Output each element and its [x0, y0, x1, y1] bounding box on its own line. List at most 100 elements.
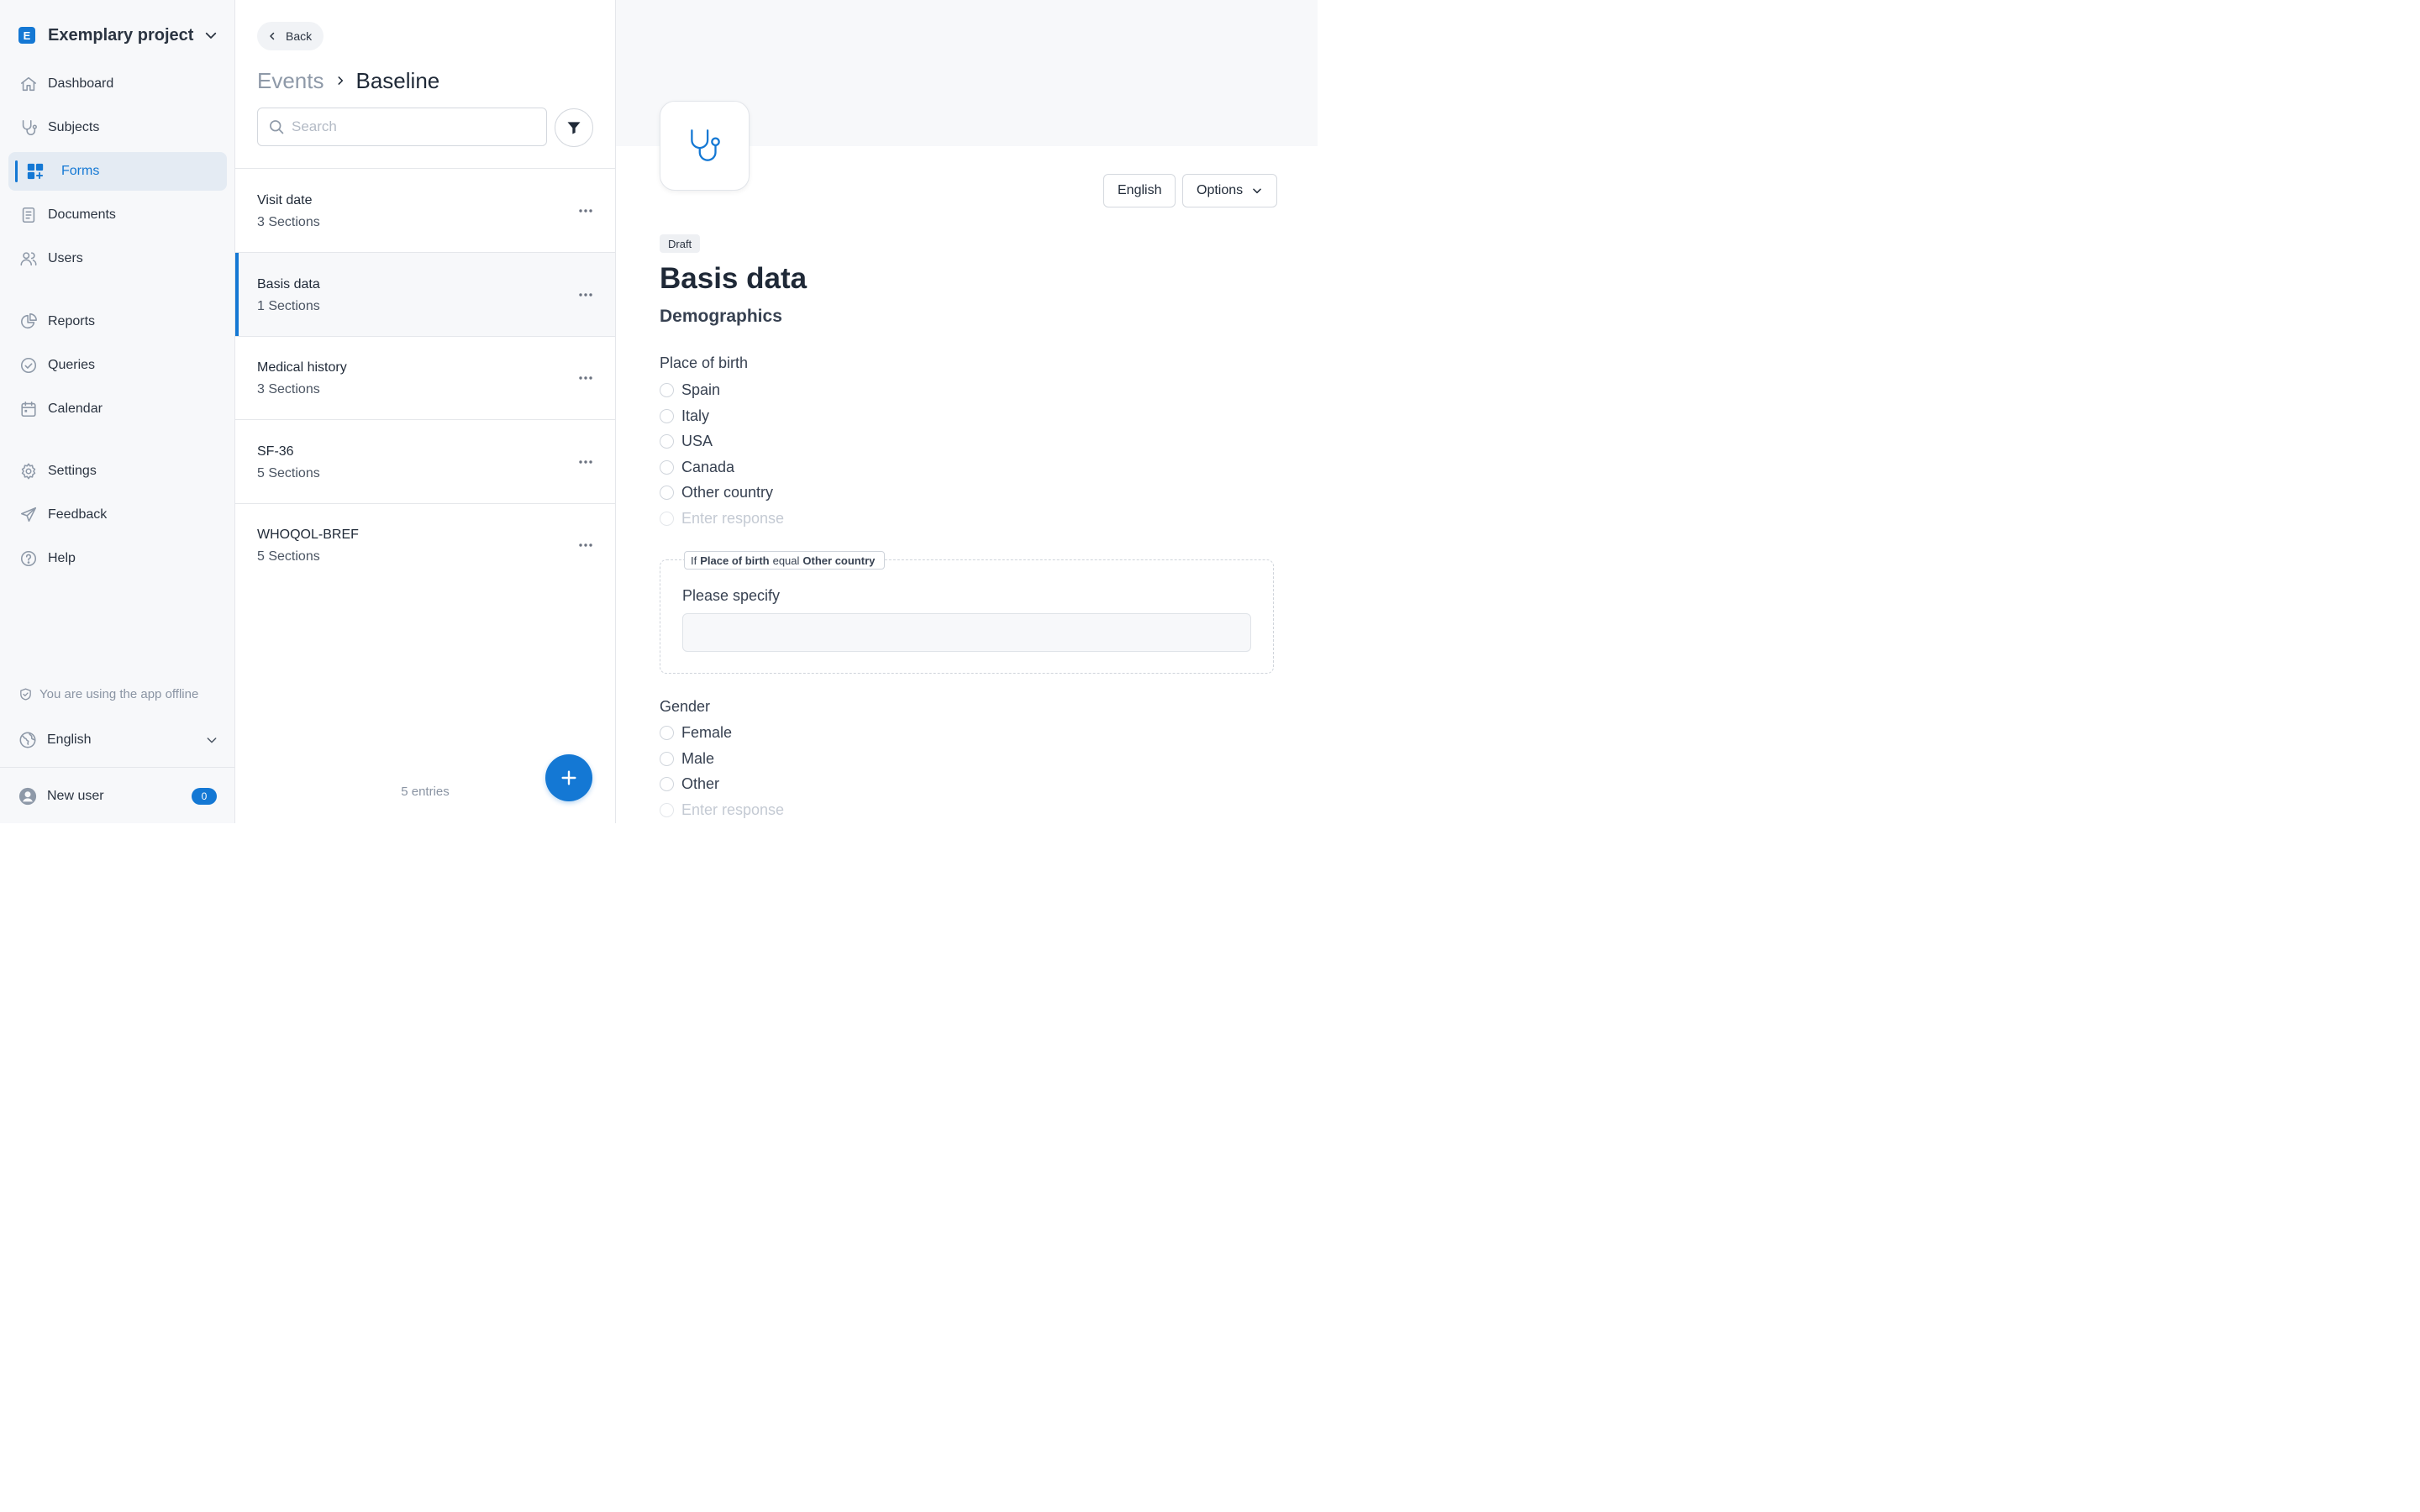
form-row-medical-history[interactable]: Medical history 3 Sections [235, 336, 615, 420]
radio-button[interactable] [660, 382, 674, 397]
form-icon-tile [660, 101, 750, 191]
back-button[interactable]: Back [257, 22, 324, 50]
form-row-visit-date[interactable]: Visit date 3 Sections [235, 169, 615, 253]
radio-option-canada[interactable]: Canada [660, 457, 734, 477]
calendar-icon [18, 399, 39, 419]
nav-feedback[interactable]: Feedback [8, 496, 227, 534]
project-switcher[interactable]: E Exemplary project [18, 24, 218, 47]
nav-queries[interactable]: Queries [8, 346, 227, 385]
options-label: Options [1197, 183, 1244, 197]
option-label: USA [681, 432, 713, 449]
option-label: Italy [681, 407, 710, 424]
more-horizontal-icon[interactable] [576, 368, 596, 388]
radio-option-enter-response[interactable]: Enter response [660, 800, 784, 820]
section-title: Demographics [660, 307, 782, 326]
chevron-down-icon [203, 28, 218, 43]
nav-users[interactable]: Users [8, 239, 227, 278]
forms-list-panel: Back Events Baseline Visit date 3 Sectio… [235, 0, 616, 823]
form-row-basis-data[interactable]: Basis data 1 Sections [235, 253, 615, 337]
filter-icon [566, 119, 582, 136]
more-horizontal-icon[interactable] [576, 201, 596, 221]
radio-button[interactable] [660, 485, 674, 500]
radio-option-other[interactable]: Other [660, 774, 719, 794]
avatar-icon [18, 787, 37, 806]
nav-settings[interactable]: Settings [8, 452, 227, 491]
radio-button[interactable] [660, 751, 674, 766]
more-horizontal-icon[interactable] [576, 452, 596, 472]
nav-label: Queries [48, 358, 96, 372]
radio-option-other-country[interactable]: Other country [660, 482, 773, 502]
radio-option-male[interactable]: Male [660, 748, 714, 769]
breadcrumb-events[interactable]: Events [257, 68, 324, 94]
options-button[interactable]: Options [1182, 174, 1278, 207]
nav-calendar[interactable]: Calendar [8, 390, 227, 428]
condition-value: Other country [802, 554, 876, 567]
radio-option-female[interactable]: Female [660, 722, 732, 743]
status-badge: Draft [660, 234, 701, 253]
radio-button[interactable] [660, 408, 674, 423]
form-sections: 3 Sections [257, 215, 320, 229]
nav-subjects[interactable]: Subjects [8, 108, 227, 147]
stethoscope-icon [18, 118, 39, 138]
nav-documents[interactable]: Documents [8, 196, 227, 234]
search-input[interactable] [292, 118, 527, 135]
form-title: Basis data [660, 262, 808, 295]
pie-chart-icon [18, 312, 39, 332]
condition-if: If [691, 554, 697, 567]
nav-label: Help [48, 551, 76, 565]
globe-icon [18, 731, 37, 749]
nav-label: Calendar [48, 402, 103, 416]
option-label: Spain [681, 381, 721, 398]
question-circle-icon [18, 549, 39, 569]
radio-button[interactable] [660, 802, 674, 817]
nav-forms[interactable]: Forms [8, 152, 227, 191]
more-horizontal-icon[interactable] [576, 535, 596, 555]
form-title: Visit date [257, 193, 313, 207]
condition-field: Place of birth [700, 554, 770, 567]
home-icon [18, 74, 39, 94]
search-icon [268, 118, 285, 135]
form-title: WHOQOL-BREF [257, 528, 359, 542]
option-label: Other [681, 774, 720, 792]
chevron-right-icon [334, 75, 346, 87]
option-label: Male [681, 749, 715, 767]
please-specify-input[interactable] [682, 613, 1251, 652]
radio-option-spain[interactable]: Spain [660, 380, 720, 400]
nav-reports[interactable]: Reports [8, 302, 227, 341]
form-detail: English Options Draft Basis data Demogra… [616, 0, 1318, 823]
add-form-button[interactable] [545, 754, 592, 801]
nav-dashboard[interactable]: Dashboard [8, 65, 227, 103]
form-row-sf36[interactable]: SF-36 5 Sections [235, 420, 615, 504]
nav-label: Users [48, 251, 83, 265]
radio-button[interactable] [660, 459, 674, 475]
nav-label: Feedback [48, 507, 108, 522]
user-name: New user [47, 789, 104, 803]
radio-option-enter-response[interactable]: Enter response [660, 508, 784, 528]
nav-label: Dashboard [48, 76, 114, 91]
project-logo: E [18, 27, 35, 44]
chevron-down-icon [205, 733, 218, 747]
nav-help[interactable]: Help [8, 539, 227, 578]
filter-button[interactable] [555, 108, 593, 147]
radio-button[interactable] [660, 776, 674, 791]
radio-button[interactable] [660, 433, 674, 449]
radio-option-italy[interactable]: Italy [660, 406, 709, 426]
user-menu[interactable]: New user 0 [18, 785, 217, 808]
forms-grid-icon [25, 161, 45, 181]
question-label-place-of-birth: Place of birth [660, 354, 749, 371]
sidebar: E Exemplary project Dashboard Subjects F… [0, 0, 235, 823]
gear-icon [18, 461, 39, 481]
radio-button[interactable] [660, 725, 674, 740]
project-name: Exemplary project [48, 25, 194, 45]
nav-label: Reports [48, 314, 96, 328]
radio-option-usa[interactable]: USA [660, 431, 713, 451]
nav-label: Settings [48, 464, 97, 478]
radio-button[interactable] [660, 511, 674, 526]
language-button[interactable]: English [1103, 174, 1176, 207]
option-label: Female [681, 723, 733, 741]
form-row-whoqol-bref[interactable]: WHOQOL-BREF 5 Sections [235, 503, 615, 587]
paper-plane-icon [18, 505, 39, 525]
more-horizontal-icon[interactable] [576, 285, 596, 305]
question-label-gender: Gender [660, 698, 711, 715]
language-select[interactable]: English [18, 727, 218, 753]
